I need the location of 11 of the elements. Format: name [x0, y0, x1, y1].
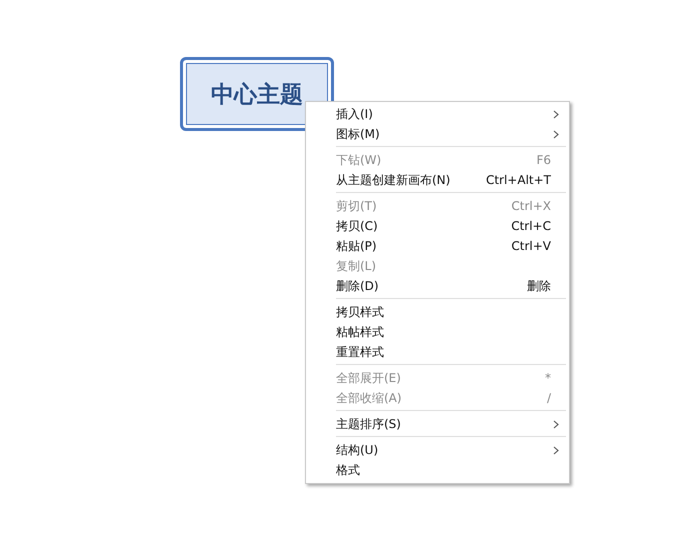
menu-item[interactable]: 粘贴(P) Ctrl+V — [306, 236, 569, 256]
menu-item[interactable]: 从主题创建新画布(N) Ctrl+Alt+T — [306, 170, 569, 190]
central-topic[interactable]: 中心主题 — [180, 57, 334, 131]
menu-item[interactable]: 粘帖样式 — [306, 322, 569, 342]
menu-item[interactable]: 删除(D) 删除 — [306, 276, 569, 296]
menu-item[interactable]: 格式 — [306, 460, 569, 480]
menu-item[interactable]: 主题排序(S) — [306, 414, 569, 434]
menu-item[interactable]: 重置样式 — [306, 342, 569, 362]
menu-item[interactable]: 拷贝样式 — [306, 302, 569, 322]
menu-item[interactable]: 结构(U) — [306, 440, 569, 460]
menu-item[interactable]: 拷贝(C) Ctrl+C — [306, 216, 569, 236]
